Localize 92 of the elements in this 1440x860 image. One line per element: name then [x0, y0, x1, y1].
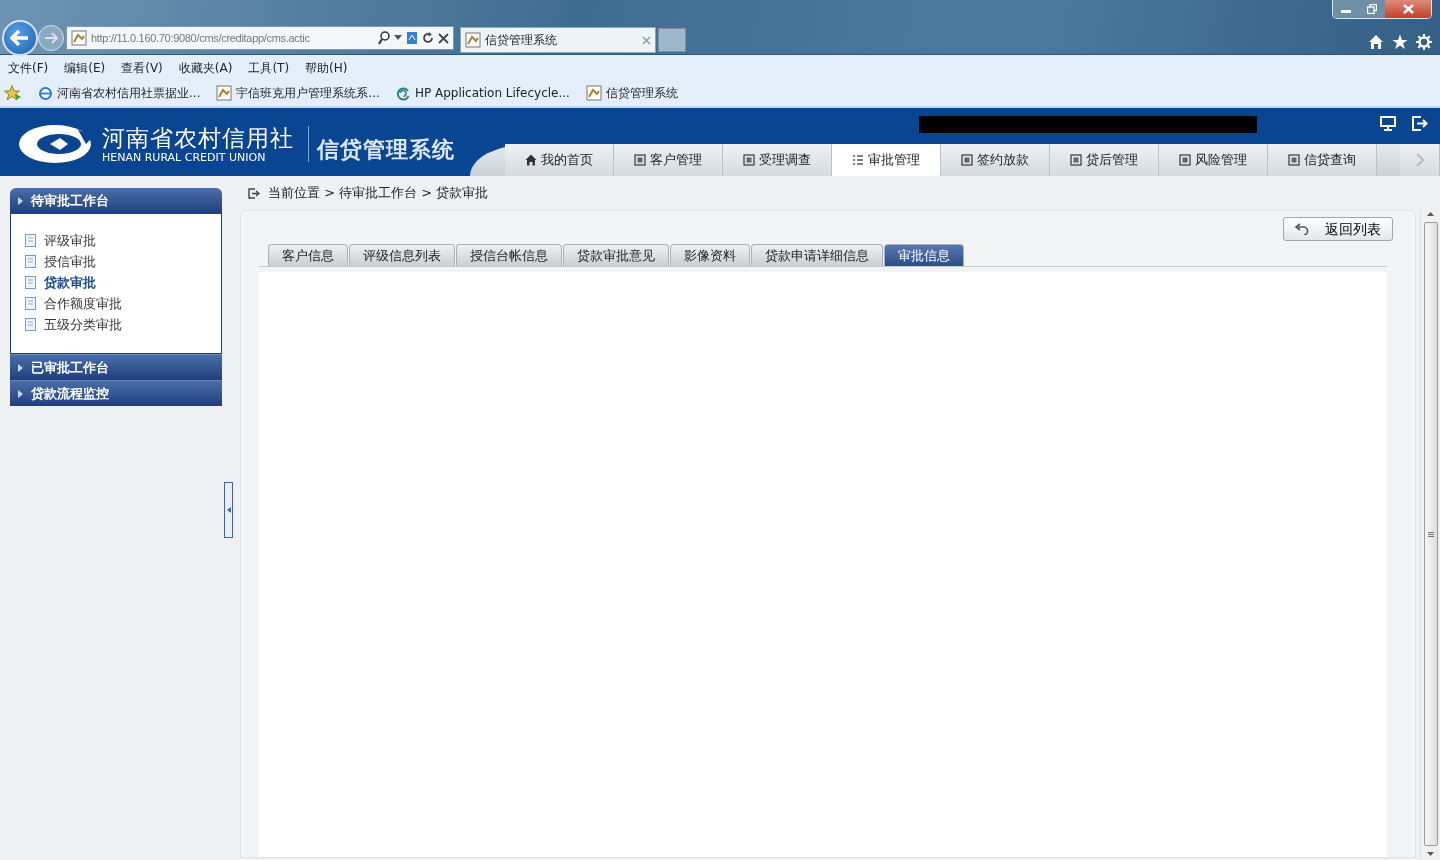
- box-icon: [634, 154, 646, 166]
- browser-tab[interactable]: 信贷管理系统: [460, 27, 656, 53]
- settings-icon[interactable]: [1416, 34, 1432, 50]
- nav-tab[interactable]: 我的首页: [505, 144, 614, 176]
- breadcrumb-text: 当前位置 > 待审批工作台 > 贷款审批: [268, 184, 489, 203]
- box-icon: [1288, 154, 1300, 166]
- document-icon: [25, 276, 36, 289]
- sidebar-item[interactable]: 贷款审批: [25, 272, 221, 293]
- close-button[interactable]: [1385, 0, 1431, 18]
- sidebar-item[interactable]: 五级分类审批: [25, 314, 221, 335]
- caret-left-icon: [226, 507, 231, 513]
- content-tab[interactable]: 授信台帐信息: [456, 244, 562, 266]
- nav-tab[interactable]: 客户管理: [614, 144, 723, 176]
- restore-icon: [1367, 4, 1377, 14]
- nav-tab[interactable]: 信贷查询: [1268, 144, 1377, 176]
- arrow-right-icon: [44, 32, 58, 44]
- caret-right-icon: [18, 363, 23, 372]
- sidebar-item[interactable]: 授信审批: [25, 251, 221, 272]
- document-icon: [25, 318, 36, 331]
- scroll-up-icon: [1427, 212, 1434, 216]
- home-icon[interactable]: [1368, 34, 1384, 50]
- address-field[interactable]: http://11.0.160.70:9080/cms/creditapp/cms.actic: [66, 26, 454, 50]
- list-icon: [852, 154, 864, 166]
- scroll-down-icon: [1427, 852, 1434, 856]
- home-icon: [525, 154, 537, 166]
- favorite-link[interactable]: 信贷管理系统: [585, 84, 678, 102]
- content-tab[interactable]: 贷款审批意见: [563, 244, 669, 266]
- favorite-link[interactable]: 河南省农村信用社票据业...: [38, 84, 201, 102]
- nav-tab[interactable]: 签约放款: [941, 144, 1050, 176]
- document-icon: [25, 234, 36, 247]
- caret-icon[interactable]: [394, 35, 402, 41]
- collapse-handle[interactable]: [224, 482, 233, 538]
- chevron-right-icon: [1415, 153, 1424, 167]
- search-icon[interactable]: [378, 31, 390, 45]
- minimize-button[interactable]: [1333, 0, 1359, 18]
- caret-right-icon: [18, 389, 23, 398]
- tab-title: 信贷管理系统: [485, 32, 558, 49]
- star-icon[interactable]: [1392, 34, 1408, 50]
- menu-item[interactable]: 查看(V): [121, 58, 163, 77]
- refresh-icon[interactable]: [422, 32, 434, 44]
- org-name: 河南省农村信用社: [102, 124, 294, 151]
- forward-button[interactable]: [38, 25, 64, 51]
- caret-right-icon: [18, 197, 23, 205]
- favorites-star-icon[interactable]: [4, 85, 22, 101]
- nav-tab[interactable]: 受理调查: [723, 144, 832, 176]
- content-tab[interactable]: 审批信息: [884, 244, 964, 266]
- page-icon: [216, 85, 233, 101]
- menu-item[interactable]: 编辑(E): [64, 58, 106, 77]
- menu-item[interactable]: 工具(T): [248, 58, 290, 77]
- nav-tab[interactable]: 风险管理: [1159, 144, 1268, 176]
- return-list-button[interactable]: 返回列表: [1283, 217, 1393, 241]
- page-icon: [465, 32, 481, 48]
- page-icon: [71, 30, 87, 46]
- page-icon: [585, 85, 602, 101]
- sidebar-section-header[interactable]: 贷款流程监控: [10, 380, 222, 406]
- arrow-left-icon: [10, 29, 30, 47]
- content-tab[interactable]: 影像资料: [670, 244, 750, 266]
- sidebar-item[interactable]: 评级审批: [25, 230, 221, 251]
- back-button[interactable]: [2, 20, 38, 56]
- scroll-thumb[interactable]: [1423, 222, 1438, 846]
- favorite-link[interactable]: 宇信班克用户管理系统系...: [216, 84, 380, 102]
- exit-arrow-icon: [248, 187, 260, 199]
- circular-arrows-icon: [395, 85, 411, 101]
- sidebar-section-header[interactable]: 待审批工作台: [10, 188, 222, 214]
- box-icon: [1070, 154, 1082, 166]
- document-icon: [25, 255, 36, 268]
- url-text: http://11.0.160.70:9080/cms/creditapp/cms.actic: [91, 30, 311, 46]
- org-name-english: HENAN RURAL CREDIT UNION: [102, 150, 267, 164]
- box-icon: [961, 154, 973, 166]
- nav-tab[interactable]: 贷后管理: [1050, 144, 1159, 176]
- undo-arrow-icon: [1295, 223, 1309, 235]
- menu-item[interactable]: 文件(F): [8, 58, 49, 77]
- restore-button[interactable]: [1359, 0, 1385, 18]
- menu-item[interactable]: 收藏夹(A): [178, 58, 233, 77]
- content-tab[interactable]: 贷款申请详细信息: [751, 244, 883, 266]
- logout-icon[interactable]: [1412, 116, 1428, 131]
- menu-item[interactable]: 帮助(H): [305, 58, 348, 77]
- box-icon: [743, 154, 755, 166]
- sidebar-item[interactable]: 合作额度审批: [25, 293, 221, 314]
- close-icon[interactable]: [438, 32, 449, 44]
- grip-icon: [1427, 531, 1434, 537]
- content-tab[interactable]: 客户信息: [268, 244, 348, 266]
- close-icon: [1402, 4, 1414, 14]
- document-icon: [25, 297, 36, 310]
- sidebar-section-header[interactable]: 已审批工作台: [10, 354, 222, 380]
- nav-tab[interactable]: 审批管理: [832, 144, 941, 176]
- system-name: 信贷管理系统: [317, 135, 455, 164]
- content-tab[interactable]: 评级信息列表: [349, 244, 455, 266]
- credit-union-logo-icon: [16, 122, 94, 166]
- box-icon: [1179, 154, 1191, 166]
- favorite-link[interactable]: HP Application Lifecycle...: [395, 84, 570, 102]
- monitor-icon[interactable]: [1380, 116, 1396, 131]
